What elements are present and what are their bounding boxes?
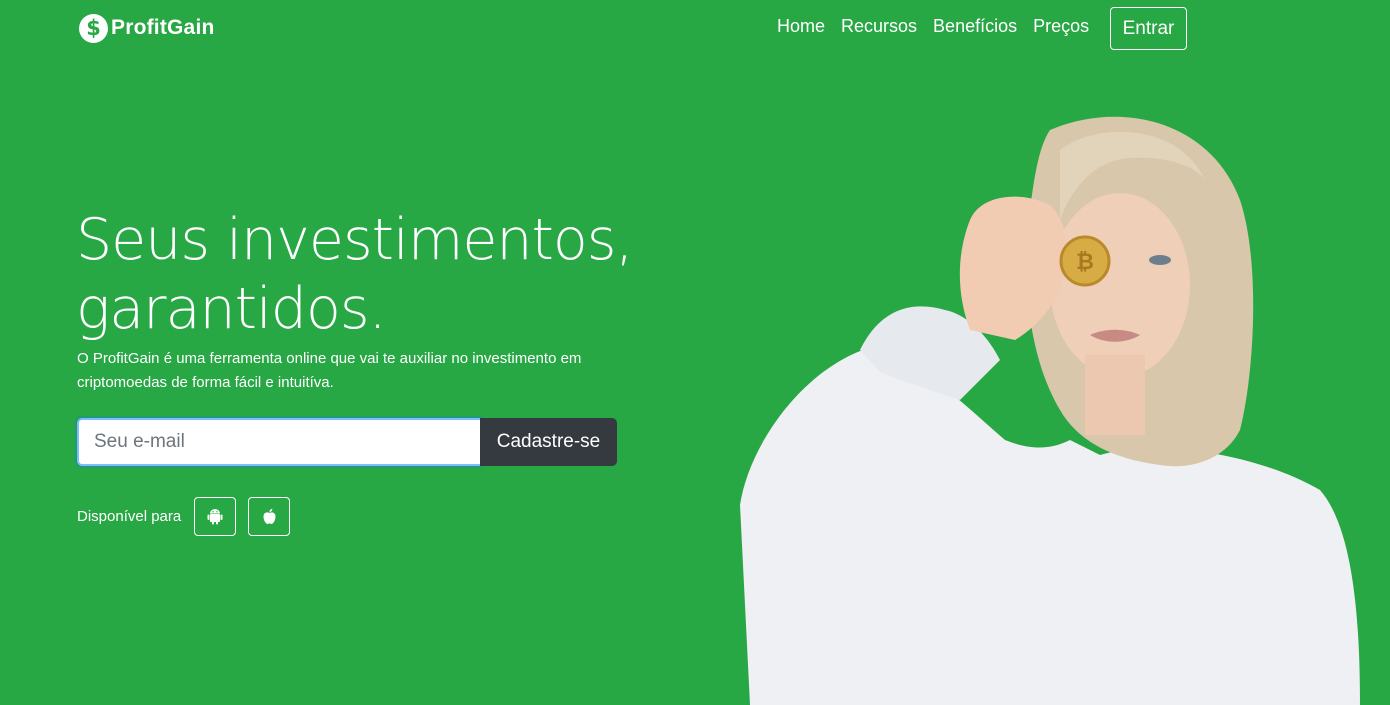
android-button[interactable]: [194, 497, 237, 536]
neck-shape: [1085, 355, 1145, 435]
hero-title-line-2: garantidos.: [76, 276, 387, 342]
signup-form: Cadastre-se: [77, 418, 617, 466]
brand-logo[interactable]: $ ProfitGain: [79, 13, 215, 43]
bitcoin-symbol: ₿: [1076, 250, 1094, 275]
apple-icon: [263, 508, 276, 524]
navbar: $ ProfitGain Home Recursos Benefícios Pr…: [0, 0, 1390, 58]
eye-shape: [1149, 255, 1171, 265]
hero-title: Seus investimentos, garantidos.: [76, 206, 696, 344]
nav-link-recursos[interactable]: Recursos: [841, 16, 917, 37]
nav-link-home[interactable]: Home: [777, 16, 825, 37]
hero-description: O ProfitGain é uma ferramenta online que…: [77, 350, 582, 391]
login-button[interactable]: Entrar: [1110, 7, 1187, 50]
signup-button[interactable]: Cadastre-se: [480, 418, 617, 466]
android-icon: [207, 509, 223, 525]
email-input[interactable]: [77, 418, 480, 466]
face-shape: [1050, 193, 1190, 377]
blouse-shape: [740, 345, 1360, 705]
hero-title-line-1: Seus investimentos,: [76, 207, 634, 273]
apple-button[interactable]: [248, 497, 291, 536]
dollar-icon: $: [79, 13, 108, 43]
nav-link-precos[interactable]: Preços: [1033, 16, 1089, 37]
hero-woman-image: ₿: [740, 116, 1360, 705]
brand-name: ProfitGain: [111, 16, 215, 39]
nav-link-beneficios[interactable]: Benefícios: [933, 16, 1017, 37]
nav-links: Home Recursos Benefícios Preços: [777, 16, 1089, 37]
available-label: Disponível para: [77, 508, 182, 525]
available-platforms: Disponível para: [77, 497, 291, 536]
dollar-symbol: $: [86, 15, 101, 40]
